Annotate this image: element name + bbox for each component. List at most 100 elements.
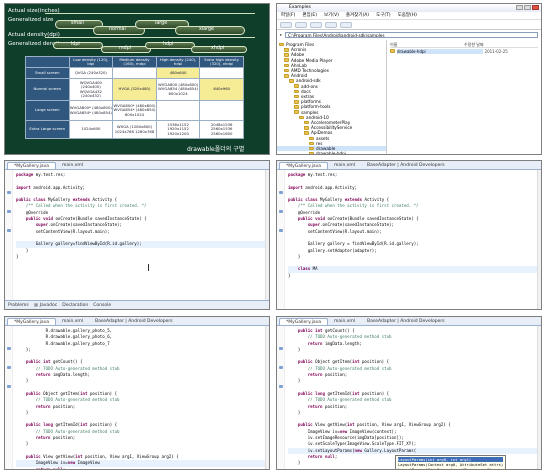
editor-tab[interactable]: *MyGallery.java: [279, 162, 329, 169]
maximize-button[interactable]: [524, 5, 531, 10]
mouse-cursor-icon: [148, 264, 149, 271]
view-tab[interactable]: @ Javadoc: [34, 303, 58, 308]
editor-tab[interactable]: *MyGallery.java: [7, 318, 57, 325]
slide-caption: drawable폴더의 구별: [187, 146, 245, 153]
editor-gutter: [5, 170, 13, 300]
column-name[interactable]: 이름: [390, 42, 464, 47]
fold-marker-icon[interactable]: [279, 209, 283, 213]
fold-marker-icon[interactable]: [7, 365, 11, 369]
file-row[interactable]: drawable-hdpi 2011-02-25: [390, 48, 538, 54]
code-editor[interactable]: package my.test.res; import android.app.A…: [277, 170, 541, 309]
eclipse-editor-3: *MyGallery.java main.xml BaseAdapter | And…: [4, 316, 270, 470]
table-cell: 2048x1536 2560x1536 2560x1600: [199, 120, 244, 139]
folder-icon: [309, 141, 314, 146]
fold-marker-icon[interactable]: [279, 190, 283, 194]
folder-icon: [289, 79, 294, 83]
fold-marker-icon[interactable]: [7, 190, 11, 194]
fold-marker-icon[interactable]: [7, 384, 11, 388]
density-label: xhdpi: [211, 46, 225, 51]
forward-button[interactable]: [295, 21, 307, 28]
table-header-cell: High density (240), hdpi: [155, 56, 201, 68]
editor-tab[interactable]: main.xml: [56, 318, 89, 325]
folder-icon: [304, 120, 309, 125]
code-editor[interactable]: public int getCount() { // TODO Auto-gen…: [277, 326, 541, 469]
table-header-cell: Extra high density (320), xhdpi: [199, 56, 244, 68]
code-area[interactable]: public int getCount() { // TODO Auto-gen…: [285, 326, 541, 469]
content-assist-popup[interactable]: LayoutParams(int arg0, int arg1) LayoutPa…: [395, 454, 507, 469]
folder-icon: [284, 53, 289, 57]
fold-marker-icon[interactable]: [279, 228, 283, 232]
table-row-header: Extra Large screen: [25, 120, 70, 139]
code-line: return null;: [16, 467, 266, 469]
folder-icon: [284, 58, 289, 62]
menu-edit[interactable]: 편집(E): [302, 12, 317, 19]
vertical-scrollbar[interactable]: [537, 326, 541, 469]
window-controls: [516, 5, 539, 10]
editor-tab[interactable]: *MyGallery.java: [279, 318, 329, 325]
screen-root: Actual size(inches) Generalized size Act…: [0, 0, 546, 474]
lecture-slide: Actual size(inches) Generalized size Act…: [4, 3, 270, 155]
fold-marker-icon[interactable]: [7, 228, 11, 232]
tree-node[interactable]: drawable-hdpi: [277, 151, 386, 154]
minimize-button[interactable]: [516, 5, 523, 10]
folder-icon: [294, 94, 299, 99]
explorer-titlebar: Examples: [277, 4, 541, 12]
editor-tab[interactable]: main.xml: [328, 318, 361, 325]
column-date[interactable]: 수정한 날짜: [464, 42, 538, 47]
density-label: mdpi: [119, 46, 132, 51]
up-button[interactable]: [310, 21, 322, 28]
assist-suggestion[interactable]: LayoutParams(Context arg0, AttributeSet …: [398, 462, 503, 467]
screen-density-table: Low density (120), ldpi Medium density (…: [25, 56, 244, 139]
vertical-scrollbar[interactable]: [265, 326, 269, 469]
fold-marker-icon[interactable]: [279, 346, 283, 350]
folder-icon: [309, 136, 314, 140]
code-area[interactable]: package my.test.res; import android.app.A…: [285, 170, 541, 309]
folder-icon: [390, 49, 395, 53]
editor-tab[interactable]: main.xml: [328, 162, 361, 169]
tree-node-label: drawable-hdpi: [316, 151, 346, 154]
code-line: }: [16, 253, 19, 259]
editor-tab[interactable]: *MyGallery.java: [7, 162, 57, 169]
code-area[interactable]: R.drawable.gallery_photo_5, R.drawable.g…: [13, 326, 269, 469]
menu-help[interactable]: 도움말(H): [398, 12, 417, 19]
assist-suggestion[interactable]: LayoutParams(ViewGroup.LayoutParams arg0…: [398, 467, 503, 469]
view-tab[interactable]: Declaration: [62, 303, 88, 308]
view-tab[interactable]: Problems: [8, 303, 29, 308]
editor-gutter: [277, 326, 285, 469]
menu-file[interactable]: 파일(F): [281, 12, 295, 19]
search-button[interactable]: [325, 21, 337, 28]
menu-view[interactable]: 보기(V): [324, 12, 339, 19]
fold-marker-icon[interactable]: [279, 384, 283, 388]
folder-icon: [284, 68, 289, 73]
fold-marker-icon[interactable]: [279, 365, 283, 369]
editor-tab[interactable]: BaseAdapter | Android Developers: [89, 318, 179, 325]
code-area[interactable]: package my.test.res; import android.app.A…: [13, 170, 269, 300]
address-input[interactable]: C:\Program Files\Android\android-sdk\sam…: [285, 31, 538, 38]
density-axis: [45, 37, 255, 38]
address-label: ▸: [280, 32, 283, 37]
table-cell: [112, 67, 157, 79]
close-button[interactable]: [532, 5, 539, 10]
fold-marker-icon[interactable]: [7, 346, 11, 350]
folder-icon: [309, 146, 314, 151]
file-date: 2011-02-25: [484, 48, 508, 54]
density-label: hdpi: [163, 42, 174, 47]
back-button[interactable]: [280, 21, 292, 28]
vertical-scrollbar[interactable]: [265, 170, 269, 300]
vertical-scrollbar[interactable]: [537, 170, 541, 309]
editor-tab[interactable]: BaseAdapter | Android Developers: [361, 318, 451, 325]
fold-marker-icon[interactable]: [7, 209, 11, 213]
menu-favorites[interactable]: 즐겨찾기(A): [346, 12, 369, 19]
editor-tabbar: *MyGallery.java main.xml BaseAdapter | And…: [277, 161, 541, 170]
view-tab[interactable]: Console: [93, 303, 111, 308]
code-editor[interactable]: package my.test.res; import android.app.A…: [5, 170, 269, 300]
folders-button[interactable]: [340, 21, 352, 28]
menu-tools[interactable]: 도구(T): [376, 12, 391, 19]
code-editor[interactable]: R.drawable.gallery_photo_5, R.drawable.g…: [5, 326, 269, 469]
table-row-header: Large screen: [25, 100, 70, 121]
editor-gutter: [277, 170, 285, 309]
editor-tabbar: *MyGallery.java main.xml BaseAdapter | And…: [5, 317, 269, 326]
editor-tab[interactable]: main.xml: [56, 162, 89, 169]
editor-tab[interactable]: BaseAdapter | Android Developers: [361, 162, 451, 169]
table-row-header: Normal screen: [25, 78, 70, 101]
